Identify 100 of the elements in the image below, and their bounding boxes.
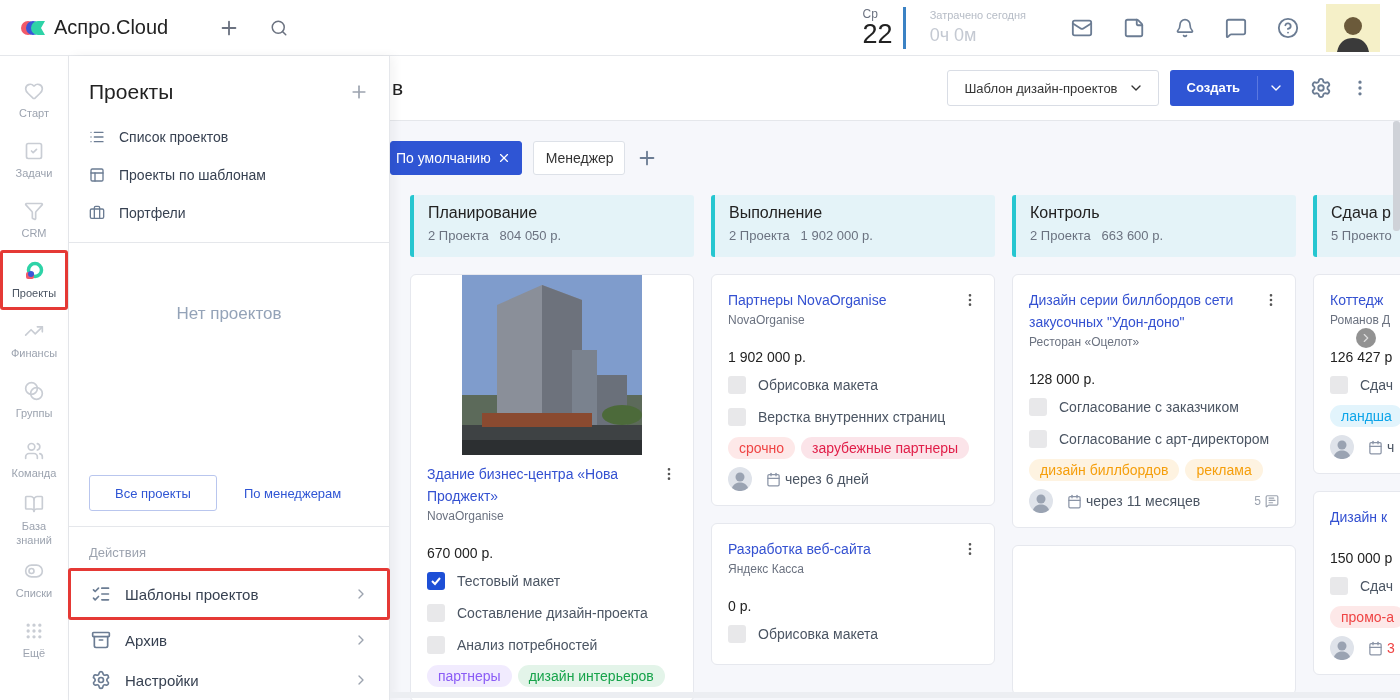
project-title-link[interactable]: Разработка веб-сайта <box>728 538 871 560</box>
settings-icon[interactable] <box>1310 77 1332 99</box>
tag: промо-а <box>1330 606 1400 628</box>
client-name: Ресторан «Оцелот» <box>1029 335 1140 349</box>
briefcase-icon <box>89 205 105 221</box>
avatar <box>1330 636 1354 660</box>
due-date: через 6 дней <box>785 471 869 487</box>
project-title-link[interactable]: Дизайн к <box>1330 506 1388 528</box>
checklist-icon <box>91 584 111 604</box>
task-label: Анализ потребностей <box>457 636 598 655</box>
column-summary: 5 Проекто <box>1331 228 1393 243</box>
task-label: Обрисовка макета <box>758 376 879 395</box>
project-title-link[interactable]: Коттедж <box>1330 289 1384 311</box>
project-amount: 0 р. <box>728 598 752 614</box>
task-label: Согласование с арт-директором <box>1059 430 1270 449</box>
client-name: Яндекс Касса <box>728 562 805 576</box>
column-summary: 2 Проекта 1 902 000 р. <box>729 228 874 243</box>
due-date: 3 <box>1387 640 1395 656</box>
task-label: Согласование с заказчиком <box>1059 398 1239 417</box>
task-label: Составление дизайн-проекта <box>457 604 648 623</box>
tag: реклама <box>1185 459 1263 481</box>
funnel-icon <box>24 200 44 221</box>
task-label: Сдач <box>1360 376 1394 395</box>
comments-icon <box>1265 494 1279 508</box>
menu-item[interactable]: Проекты по шаблонам <box>69 156 389 194</box>
action-item[interactable]: Шаблоны проектов <box>68 568 390 620</box>
nav-item[interactable]: Проекты <box>0 250 68 310</box>
column-summary: 2 Проекта 663 600 р. <box>1030 228 1165 243</box>
project-amount: 150 000 р <box>1330 550 1393 566</box>
help-icon[interactable] <box>1277 16 1299 39</box>
checkbox-icon <box>24 140 44 161</box>
template-select[interactable]: Шаблон дизайн-проектов <box>947 70 1159 106</box>
tag: срочно <box>728 437 796 459</box>
time-label: Затрачено сегодня <box>929 9 1026 21</box>
calendar-icon <box>1368 439 1383 455</box>
search-icon[interactable] <box>270 18 289 37</box>
project-amount: 1 902 000 р. <box>728 349 806 365</box>
bell-icon[interactable] <box>1175 17 1195 38</box>
columns-icon <box>89 167 105 183</box>
task-label: Сдач <box>1360 577 1394 596</box>
scrollbar[interactable] <box>390 692 1400 698</box>
note-icon[interactable] <box>1123 16 1145 39</box>
column-summary: 2 Проекта 804 050 р. <box>428 228 563 243</box>
action-item[interactable]: Архив <box>68 620 390 660</box>
time-value: 0ч 0м <box>929 25 978 46</box>
task-label: Обрисовка макета <box>758 625 879 644</box>
client-name: NovaOrganise <box>728 313 805 327</box>
all-projects-button[interactable]: Все проекты <box>89 475 217 511</box>
filter-chip[interactable]: По умолчанию <box>390 141 522 175</box>
task-label: Тестовый макет <box>457 572 561 591</box>
day-of-week: Ср <box>862 7 878 20</box>
heart-icon <box>24 80 44 101</box>
calendar-icon <box>766 471 781 487</box>
circles-icon <box>24 380 44 401</box>
project-amount: 670 000 р. <box>427 545 494 561</box>
project-amount: 128 000 р. <box>1029 371 1096 387</box>
book-icon <box>24 493 44 514</box>
avatar <box>728 467 752 491</box>
check-icon <box>430 575 442 587</box>
comment-count: 5 <box>1254 494 1261 508</box>
tag: дизайн интерьеров <box>517 665 665 687</box>
calendar-icon <box>1067 493 1082 509</box>
list-icon <box>89 129 105 145</box>
task-label: Верстка внутренних страниц <box>758 408 946 427</box>
task-checkbox[interactable] <box>427 572 445 590</box>
client-name: Романов Д <box>1330 313 1391 327</box>
people-icon <box>24 440 44 461</box>
column-title: Сдача р <box>1331 204 1392 222</box>
tag: партнеры <box>427 665 512 687</box>
due-date: ч <box>1387 439 1395 455</box>
user-avatar[interactable] <box>1326 3 1380 52</box>
action-item[interactable]: Настройки <box>68 660 390 700</box>
avatar <box>1029 489 1053 513</box>
filter-chip[interactable]: Менеджер <box>532 141 625 175</box>
page-title: в <box>392 76 404 100</box>
project-amount: 126 427 р <box>1330 349 1393 365</box>
client-name: NovaOrganise <box>427 509 504 523</box>
section-label: Действия <box>88 544 147 562</box>
column-title: Контроль <box>1030 204 1101 222</box>
tag: дизайн биллбордов <box>1029 459 1180 481</box>
due-date: через 11 месяцев <box>1086 493 1201 509</box>
panel-title: Проекты <box>89 80 174 104</box>
project-title-link[interactable]: Здание бизнес-центра «Нова Проджект» <box>427 463 653 507</box>
calendar-icon <box>1368 640 1383 656</box>
project-title-link[interactable]: Дизайн серии биллбордов сети закусочных "Удон-доно" <box>1029 289 1255 333</box>
scrollbar[interactable] <box>1393 121 1400 231</box>
day-number: 22 <box>862 19 893 48</box>
empty-message: Нет проектов <box>176 304 282 324</box>
logo-icon <box>20 18 46 37</box>
chat-icon[interactable] <box>1225 16 1247 39</box>
archive-icon <box>91 630 111 650</box>
brand-name: Аспро.Cloud <box>54 16 169 39</box>
project-title-link[interactable]: Партнеры NovaOrganise <box>728 289 887 311</box>
create-button[interactable]: Создать <box>1169 70 1294 106</box>
tag: зарубежные партнеры <box>801 437 970 459</box>
column-title: Выполнение <box>729 204 824 222</box>
menu-item[interactable]: Портфели <box>69 194 389 232</box>
column-title: Планирование <box>428 204 539 222</box>
menu-item[interactable]: Список проектов <box>69 118 389 156</box>
projects-icon <box>24 260 44 281</box>
